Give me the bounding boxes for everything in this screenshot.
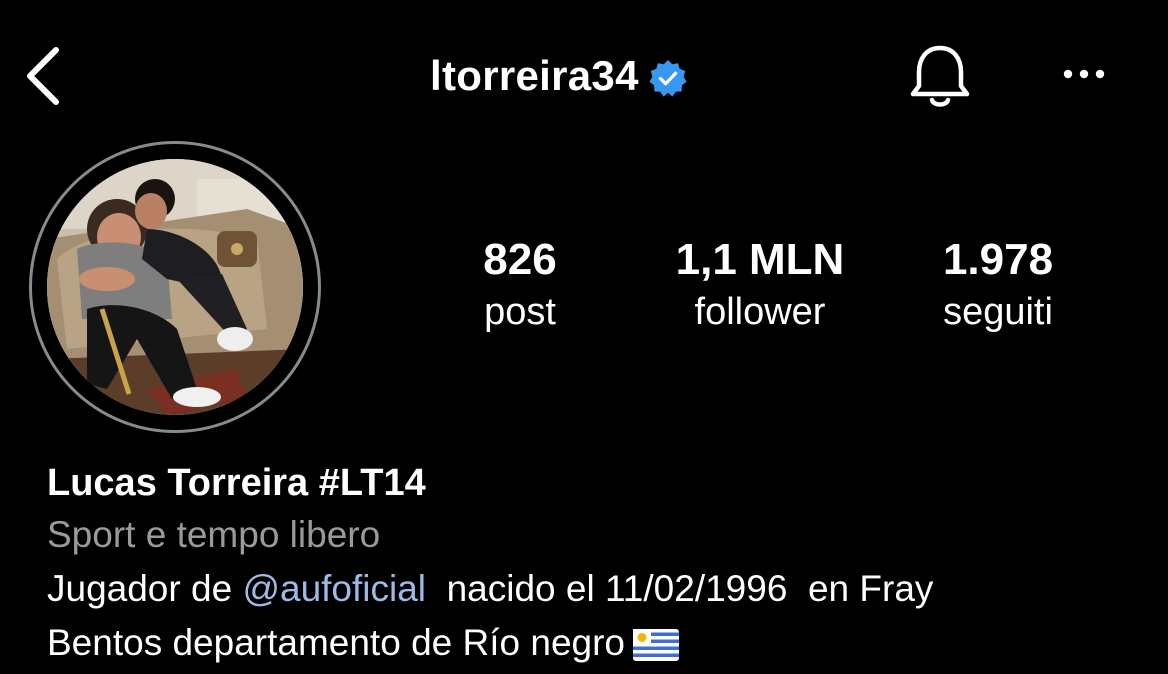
followers-count-label: follower	[694, 291, 826, 333]
uruguay-flag-icon	[633, 629, 679, 662]
posts-count[interactable]: 826 post	[440, 232, 600, 336]
followers-count[interactable]: 1,1 MLN follower	[660, 232, 860, 336]
chevron-left-icon	[27, 47, 59, 105]
bio-line-1: Jugador de @aufoficial nacido el 11/02/1…	[47, 562, 1147, 616]
profile-avatar[interactable]	[29, 141, 321, 433]
avatar-photo	[47, 159, 303, 415]
posts-count-label: post	[484, 291, 556, 333]
username: ltorreira34	[430, 52, 639, 99]
bio-text-prefix: Jugador de	[47, 568, 243, 609]
back-button[interactable]	[20, 44, 68, 108]
mention-link[interactable]: @aufoficial	[242, 568, 426, 609]
more-options-button[interactable]	[1056, 52, 1112, 96]
verified-badge-icon	[649, 59, 687, 97]
notifications-button[interactable]	[904, 40, 976, 112]
posts-count-value: 826	[483, 235, 557, 284]
bio-text-suffix: nacido el 11/02/1996 en Fray	[426, 568, 934, 609]
full-name: Lucas Torreira #LT14	[47, 462, 426, 504]
more-horizontal-icon	[1063, 69, 1105, 79]
following-count-label: seguiti	[943, 291, 1053, 333]
following-count[interactable]: 1.978 seguiti	[918, 232, 1078, 336]
profile-header: ltorreira34	[0, 0, 1168, 150]
bio-text-line2: Bentos departamento de Río negro	[47, 622, 625, 663]
profile-bio: Lucas Torreira #LT14 Sport e tempo liber…	[47, 458, 1147, 670]
followers-count-value: 1,1 MLN	[675, 235, 845, 284]
bell-icon	[910, 45, 970, 107]
bio-line-2: Bentos departamento de Río negro	[47, 616, 1147, 670]
profile-category: Sport e tempo libero	[47, 514, 381, 555]
username-title: ltorreira34	[430, 48, 687, 104]
following-count-value: 1.978	[942, 235, 1054, 284]
